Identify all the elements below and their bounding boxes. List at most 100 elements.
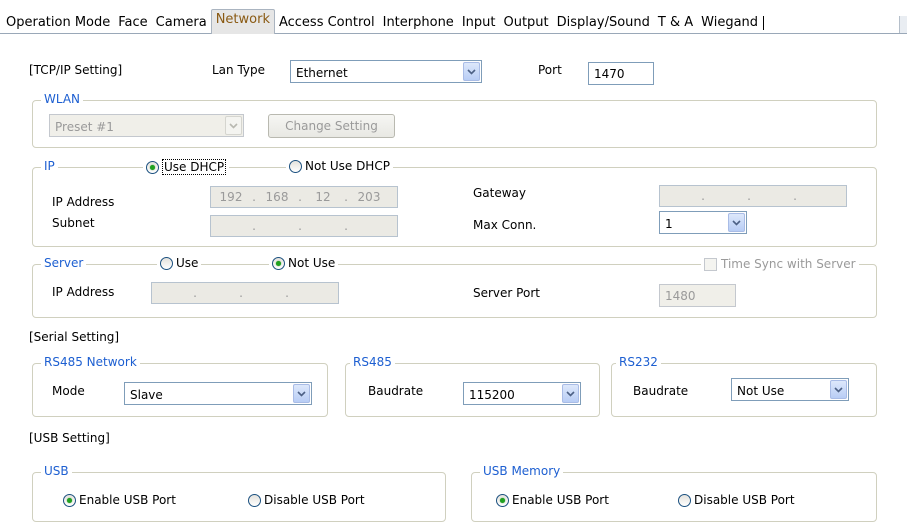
network-settings-panel: [TCP/IP Setting] Lan Type Ethernet Port …: [21, 48, 881, 528]
tab-operation-mode[interactable]: Operation Mode: [2, 12, 117, 34]
subnet-input[interactable]: ...: [210, 215, 398, 237]
rs485-network-legend: RS485 Network: [41, 355, 140, 369]
dropdown-button[interactable]: [225, 116, 242, 135]
tab-access-control[interactable]: Access Control: [274, 12, 381, 34]
radio-empty-icon: [289, 159, 302, 173]
tab-label: Access Control: [278, 15, 375, 30]
chevron-down-icon: [297, 390, 306, 397]
tab-scroll-edge: [899, 16, 907, 34]
radio-selected-icon: [146, 160, 159, 174]
tab-label: T & A: [657, 15, 694, 30]
ip-address-input[interactable]: 192. 168. 12. 203: [210, 186, 398, 208]
tab-label: Wiegand: [701, 15, 759, 30]
chevron-down-icon: [467, 68, 476, 75]
dropdown-button[interactable]: [463, 62, 480, 81]
dropdown-button[interactable]: [562, 384, 579, 403]
radio-empty-icon: [160, 256, 173, 270]
radio-empty-icon: [248, 493, 261, 507]
tab-output[interactable]: Output: [499, 12, 555, 34]
not-use-dhcp-label: Not Use DHCP: [305, 159, 390, 173]
not-use-dhcp-radio[interactable]: Not Use DHCP: [286, 159, 393, 173]
wlan-legend: WLAN: [41, 92, 84, 106]
usb-section-label: [USB Setting]: [29, 431, 110, 445]
gateway-input[interactable]: ...: [659, 185, 847, 207]
dropdown-button[interactable]: [728, 213, 745, 232]
tab-label: Operation Mode: [6, 15, 111, 30]
lan-type-value: Ethernet: [296, 66, 348, 80]
dropdown-button[interactable]: [293, 384, 310, 403]
tab-network[interactable]: Network: [210, 9, 275, 34]
ip-address-label: IP Address: [52, 195, 115, 209]
mode-select[interactable]: Slave: [124, 382, 312, 405]
rs232-baudrate-value: Not Use: [737, 384, 785, 398]
server-port-label: Server Port: [473, 286, 540, 300]
tab-label: Input: [461, 15, 496, 30]
tab-label: Network: [215, 12, 270, 27]
gateway-label: Gateway: [473, 186, 527, 200]
usb-memory-disable-radio[interactable]: Disable USB Port: [678, 493, 795, 507]
tab-camera[interactable]: Camera: [151, 12, 213, 34]
radio-selected-icon: [496, 493, 509, 507]
rs232-baudrate-label: Baudrate: [633, 384, 689, 398]
lan-type-label: Lan Type: [212, 63, 266, 77]
ip-octet: 168: [265, 190, 289, 204]
port-input[interactable]: 1470: [588, 62, 654, 85]
tab-input[interactable]: Input: [457, 12, 502, 34]
tab-t-and-a[interactable]: T & A: [653, 12, 700, 34]
ip-group: IP: [32, 159, 877, 247]
ip-octet: 192: [219, 190, 243, 204]
usb-memory-legend: USB Memory: [480, 464, 564, 478]
max-conn-select[interactable]: 1: [659, 211, 747, 234]
radio-empty-icon: [678, 493, 691, 507]
mode-value: Slave: [130, 388, 163, 402]
usb-memory-enable-label: Enable USB Port: [512, 493, 609, 507]
time-sync-checkbox[interactable]: Time Sync with Server: [701, 257, 859, 271]
tab-face[interactable]: Face: [114, 12, 154, 34]
server-port-input[interactable]: 1480: [659, 284, 736, 307]
max-conn-label: Max Conn.: [473, 218, 537, 232]
tab-label: Output: [503, 15, 549, 30]
server-legend: Server: [41, 256, 87, 270]
usb-enable-label: Enable USB Port: [79, 493, 176, 507]
chevron-down-icon: [566, 390, 575, 397]
rs232-baudrate-select[interactable]: Not Use: [731, 378, 849, 401]
subnet-label: Subnet: [52, 216, 95, 230]
port-label: Port: [538, 63, 562, 77]
usb-enable-radio[interactable]: Enable USB Port: [63, 493, 176, 507]
tab-bar: Operation Mode Face Camera Network Acces…: [0, 9, 907, 34]
wlan-preset-value: Preset #1: [55, 120, 114, 134]
server-use-label: Use: [176, 256, 199, 270]
server-ip-address-label: IP Address: [52, 285, 115, 299]
rs485-baudrate-select[interactable]: 115200: [463, 382, 581, 405]
server-use-radio[interactable]: Use: [157, 256, 202, 270]
ip-octet: 12: [315, 190, 331, 204]
change-setting-button[interactable]: Change Setting: [268, 114, 395, 138]
server-not-use-label: Not Use: [288, 256, 336, 270]
lan-type-select[interactable]: Ethernet: [290, 60, 482, 83]
serial-section-label: [Serial Setting]: [29, 330, 120, 344]
mode-label: Mode: [52, 384, 85, 398]
usb-memory-enable-radio[interactable]: Enable USB Port: [496, 493, 609, 507]
tab-display-sound[interactable]: Display/Sound: [552, 12, 656, 34]
use-dhcp-radio[interactable]: Use DHCP: [143, 159, 230, 175]
tab-label: Interphone: [382, 15, 454, 30]
server-ip-address-input[interactable]: ...: [151, 282, 339, 304]
tab-wiegand[interactable]: Wiegand: [697, 12, 765, 34]
tab-label: Camera: [155, 15, 207, 30]
radio-selected-icon: [272, 256, 285, 270]
tab-label: Display/Sound: [556, 15, 650, 30]
usb-disable-label: Disable USB Port: [264, 493, 365, 507]
usb-memory-disable-label: Disable USB Port: [694, 493, 795, 507]
tab-label: Face: [118, 15, 148, 30]
wlan-preset-select[interactable]: Preset #1: [49, 114, 244, 137]
ip-legend: IP: [41, 159, 58, 173]
usb-legend: USB: [41, 464, 72, 478]
usb-disable-radio[interactable]: Disable USB Port: [248, 493, 365, 507]
rs485-baudrate-value: 115200: [469, 388, 515, 402]
max-conn-value: 1: [665, 217, 673, 231]
use-dhcp-label: Use DHCP: [162, 159, 227, 175]
tab-interphone[interactable]: Interphone: [378, 12, 460, 34]
dropdown-button[interactable]: [830, 380, 847, 399]
server-not-use-radio[interactable]: Not Use: [269, 256, 339, 270]
rs232-legend: RS232: [616, 355, 661, 369]
